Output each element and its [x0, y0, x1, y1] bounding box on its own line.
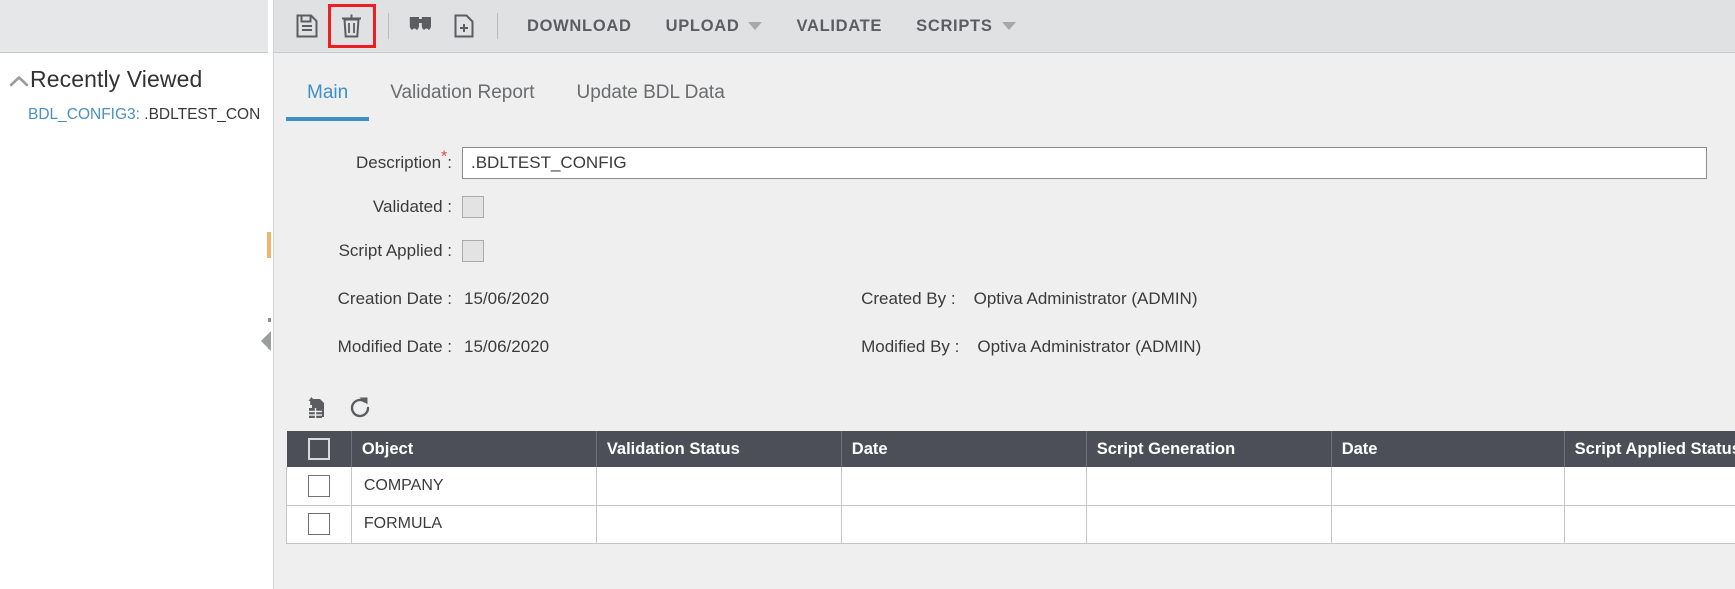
cell-script-applied-status — [1564, 505, 1735, 543]
modified-by-group: Modified By : Optiva Administrator (ADMI… — [861, 337, 1201, 357]
cell-script-applied-status — [1564, 467, 1735, 505]
row-select-cell[interactable] — [287, 467, 352, 505]
validated-row: Validated : — [274, 187, 1735, 227]
save-icon[interactable] — [286, 5, 328, 47]
column-header-validation-status[interactable]: Validation Status — [596, 431, 841, 467]
table-row[interactable]: FORMULA — [287, 505, 1735, 543]
cell-validation-date — [841, 505, 1086, 543]
recently-viewed-title: Recently Viewed — [30, 66, 202, 93]
creation-date-group: Creation Date : 15/06/2020 — [274, 289, 549, 309]
divider-speck — [268, 318, 271, 322]
validate-button[interactable]: VALIDATE — [779, 5, 899, 47]
row-checkbox[interactable] — [308, 475, 330, 497]
modified-row: Modified Date : 15/06/2020 Modified By :… — [274, 323, 1735, 371]
table-row[interactable]: COMPANY — [287, 467, 1735, 505]
tab-validation-report-label: Validation Report — [390, 82, 534, 103]
refresh-icon[interactable] — [338, 388, 382, 428]
application-window: Recently Viewed BDL_CONFIG3: .BDLTEST_CO… — [0, 0, 1735, 589]
description-row: Description*: — [274, 143, 1735, 183]
main-content: DOWNLOAD UPLOAD VALIDATE SCRIPTS Main Va… — [274, 0, 1735, 589]
toolbar-divider — [388, 13, 389, 39]
validate-button-label: VALIDATE — [796, 17, 882, 36]
tab-update-bdl-data[interactable]: Update BDL Data — [556, 82, 746, 121]
tab-update-bdl-data-label: Update BDL Data — [577, 82, 725, 103]
tab-validation-report[interactable]: Validation Report — [369, 82, 555, 121]
sidebar-collapse-arrow-icon[interactable] — [260, 330, 272, 352]
tab-main-label: Main — [307, 82, 348, 103]
column-header-script-generation-date[interactable]: Date — [1331, 431, 1564, 467]
script-applied-row: Script Applied : — [274, 231, 1735, 271]
column-header-validation-date[interactable]: Date — [841, 431, 1086, 467]
cell-script-generation — [1086, 467, 1331, 505]
table-header-row: Object Validation Status Date Script Gen… — [287, 431, 1735, 467]
script-applied-checkbox[interactable] — [462, 240, 484, 262]
row-select-cell[interactable] — [287, 505, 352, 543]
toolbar-divider — [497, 13, 498, 39]
description-label: Description*: — [274, 153, 462, 173]
cell-script-generation-date — [1331, 505, 1564, 543]
created-by-group: Created By : Optiva Administrator (ADMIN… — [861, 289, 1197, 309]
cell-object: FORMULA — [351, 505, 596, 543]
objects-table: Object Validation Status Date Script Gen… — [286, 431, 1735, 544]
script-applied-label: Script Applied : — [274, 241, 462, 261]
scripts-button-label: SCRIPTS — [916, 17, 992, 36]
modified-date-label: Modified Date : — [274, 337, 462, 357]
export-table-icon[interactable] — [294, 388, 338, 428]
upload-button[interactable]: UPLOAD — [649, 5, 780, 47]
creation-row: Creation Date : 15/06/2020 Created By : … — [274, 275, 1735, 323]
sidebar-body: Recently Viewed BDL_CONFIG3: .BDLTEST_CO… — [0, 53, 268, 125]
sidebar-top-bar — [0, 0, 268, 53]
divider-marker — [267, 232, 271, 258]
validated-label: Validated : — [274, 197, 462, 217]
delete-icon[interactable] — [328, 4, 376, 48]
list-item[interactable]: BDL_CONFIG3: .BDLTEST_CON — [28, 105, 268, 125]
tab-bar: Main Validation Report Update BDL Data — [274, 53, 1735, 121]
tab-main[interactable]: Main — [286, 82, 369, 121]
chevron-up-icon[interactable] — [8, 72, 30, 94]
recently-viewed-list: BDL_CONFIG3: .BDLTEST_CON — [0, 93, 268, 125]
scripts-button[interactable]: SCRIPTS — [899, 5, 1032, 47]
recent-item-value: .BDLTEST_CON — [140, 106, 260, 123]
row-checkbox[interactable] — [308, 513, 330, 535]
column-header-script-applied-status[interactable]: Script Applied Status — [1564, 431, 1735, 467]
detail-form: Description*: Validated : Script Applied… — [274, 121, 1735, 371]
select-all-checkbox[interactable] — [308, 438, 330, 460]
validated-checkbox[interactable] — [462, 196, 484, 218]
modified-date-group: Modified Date : 15/06/2020 — [274, 337, 549, 357]
modified-by-label: Modified By : — [861, 337, 959, 357]
select-all-header[interactable] — [287, 431, 352, 467]
modified-date-value: 15/06/2020 — [464, 337, 549, 357]
chevron-down-icon — [1002, 22, 1016, 30]
sidebar: Recently Viewed BDL_CONFIG3: .BDLTEST_CO… — [0, 0, 268, 589]
cell-validation-status — [596, 505, 841, 543]
download-button-label: DOWNLOAD — [527, 17, 632, 36]
objects-grid: Object Validation Status Date Script Gen… — [274, 431, 1735, 544]
cell-script-generation — [1086, 505, 1331, 543]
cell-validation-date — [841, 467, 1086, 505]
main-toolbar: DOWNLOAD UPLOAD VALIDATE SCRIPTS — [274, 0, 1735, 53]
new-document-icon[interactable] — [443, 5, 485, 47]
recent-item-key: BDL_CONFIG3 — [28, 106, 136, 123]
creation-date-value: 15/06/2020 — [464, 289, 549, 309]
description-label-text: Description — [356, 153, 441, 172]
download-button[interactable]: DOWNLOAD — [510, 5, 649, 47]
upload-button-label: UPLOAD — [666, 17, 740, 36]
description-colon: : — [447, 153, 452, 172]
cell-object: COMPANY — [351, 467, 596, 505]
column-header-script-generation[interactable]: Script Generation — [1086, 431, 1331, 467]
grid-toolbar — [274, 385, 1735, 431]
recently-viewed-header[interactable]: Recently Viewed — [0, 53, 268, 93]
created-by-label: Created By : — [861, 289, 956, 309]
description-input[interactable] — [462, 147, 1707, 179]
cell-script-generation-date — [1331, 467, 1564, 505]
cell-validation-status — [596, 467, 841, 505]
find-icon[interactable] — [401, 5, 443, 47]
modified-by-value: Optiva Administrator (ADMIN) — [977, 337, 1201, 357]
chevron-down-icon — [748, 22, 762, 30]
created-by-value: Optiva Administrator (ADMIN) — [974, 289, 1198, 309]
creation-date-label: Creation Date : — [274, 289, 462, 309]
column-header-object[interactable]: Object — [351, 431, 596, 467]
